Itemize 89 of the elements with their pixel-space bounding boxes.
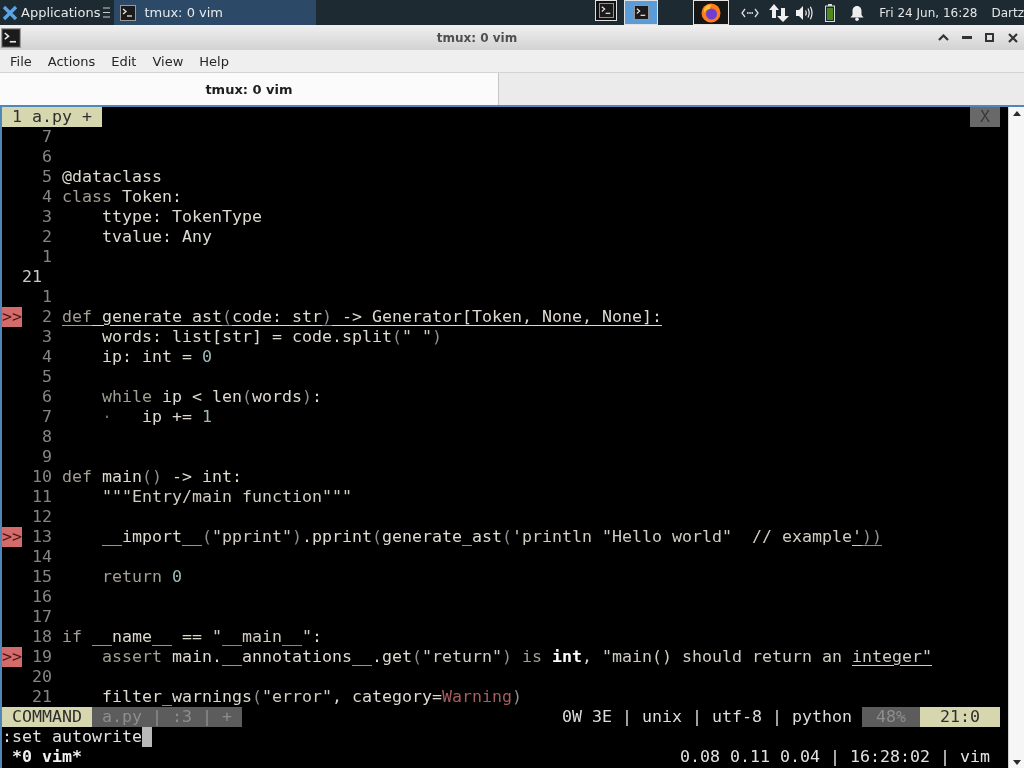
clock[interactable]: Fri 24 Jun, 16:28 [879, 5, 978, 20]
menu-item[interactable]: Help [191, 53, 237, 69]
workspace-button[interactable] [595, 0, 618, 21]
line-number: 7 [42, 127, 52, 147]
transfer-arrows-icon[interactable] [769, 3, 790, 22]
code-line: def generate_ast(code: str) -> Generator[Token, None, None]: [62, 307, 662, 327]
code-line: @dataclass [62, 167, 162, 187]
buffer-tab[interactable]: 1 a.py + [2, 107, 102, 127]
x-logo-icon [2, 4, 18, 21]
code-line: __import__("pprint").pprint(generate_ast('println "Hello world" // example')) [102, 527, 882, 547]
scroll-down-icon[interactable] [1012, 760, 1021, 765]
minimize-icon[interactable] [961, 36, 972, 39]
code-line: ttype: TokenType [102, 207, 262, 227]
error-sign: >> [2, 527, 22, 547]
line-number: 1 [42, 247, 52, 267]
text-cursor [142, 727, 152, 747]
line-number: 1 [42, 287, 52, 307]
code-line: ip: int = 0 [102, 347, 212, 367]
cursor-position: 21:0 [920, 707, 1000, 727]
line-number: 7 [42, 407, 52, 427]
user-name[interactable]: Dartz [991, 5, 1024, 20]
menu-item[interactable]: File [2, 53, 40, 69]
taskbar-button[interactable]: tmux: 0 vim [114, 0, 317, 25]
line-number: 5 [42, 367, 52, 387]
terminal-tab[interactable]: tmux: 0 vim [0, 73, 499, 105]
code-line: · ip += 1 [102, 407, 212, 427]
chevron-up-icon[interactable] [938, 34, 949, 41]
line-number: 20 [32, 667, 52, 687]
code-line: class Token: [62, 187, 182, 207]
line-number: 2 [42, 227, 52, 247]
line-number: 8 [42, 427, 52, 447]
menu-item[interactable]: View [144, 53, 192, 69]
terminal-icon [120, 4, 137, 21]
line-number: 12 [32, 507, 52, 527]
mode-indicator: COMMAND [2, 707, 92, 727]
line-number: 4 [42, 347, 52, 367]
line-number: 9 [42, 447, 52, 467]
code-line: filter_warnings("error", category=Warning) [102, 687, 522, 707]
code-line: tvalue: Any [102, 227, 212, 247]
line-number: 2 [42, 307, 52, 327]
tmux-status-info: 0.08 0.11 0.04 | 16:28:02 | vim [680, 747, 990, 767]
network-icon[interactable] [741, 7, 760, 18]
file-format-info: 0W 3E | unix | utf-8 | python [562, 707, 852, 727]
orb-logo-icon [701, 2, 722, 23]
code-line: return 0 [102, 567, 182, 587]
line-number: 11 [32, 487, 52, 507]
code-line: """Entry/main function""" [102, 487, 352, 507]
line-number: 4 [42, 187, 52, 207]
error-sign: >> [2, 647, 22, 667]
scrollbar[interactable] [1008, 107, 1024, 768]
code-line: if __name__ == "__main__": [62, 627, 322, 647]
battery-icon[interactable] [825, 3, 836, 22]
error-sign: >> [2, 307, 22, 327]
line-number: 5 [42, 167, 52, 187]
line-number: 19 [32, 647, 52, 667]
line-number: 17 [32, 607, 52, 627]
code-line: words: list[str] = code.split(" ") [102, 327, 442, 347]
applications-menu-button[interactable]: Applications [0, 0, 113, 25]
window-title: tmux: 0 vim [435, 30, 519, 45]
line-number: 13 [32, 527, 52, 547]
bell-icon[interactable] [850, 4, 865, 21]
line-number: 3 [42, 207, 52, 227]
menu-item[interactable]: Edit [103, 53, 145, 69]
workspace-button[interactable] [624, 0, 659, 25]
line-number: 21 [32, 687, 52, 707]
tmux-window-tab[interactable]: *0 vim* [2, 747, 82, 767]
line-number: 15 [32, 567, 52, 587]
terminal-icon [1, 27, 21, 48]
terminal-icon [598, 3, 614, 18]
command-input[interactable]: :set autowrite [2, 727, 152, 747]
menu-icon [103, 7, 111, 18]
line-number: 16 [32, 587, 52, 607]
launcher-button[interactable] [693, 0, 730, 25]
volume-icon[interactable] [796, 5, 814, 20]
scroll-up-icon[interactable] [1012, 111, 1021, 116]
terminal-icon [633, 5, 649, 20]
code-line: def main() -> int: [62, 467, 242, 487]
code-line: assert main.__annotations__.get("return") is int, "main() should return an integer" [102, 647, 932, 667]
line-number: 18 [32, 627, 52, 647]
close-icon[interactable] [1007, 32, 1018, 43]
line-number: 10 [32, 467, 52, 487]
maximize-icon[interactable] [985, 33, 994, 42]
code-line: while ip < len(words): [102, 387, 322, 407]
line-number: 6 [42, 147, 52, 167]
line-number: 21 [22, 267, 42, 287]
menu-item[interactable]: Actions [39, 53, 104, 69]
line-number: 6 [42, 387, 52, 407]
line-number: 3 [42, 327, 52, 347]
line-number: 14 [32, 547, 52, 567]
